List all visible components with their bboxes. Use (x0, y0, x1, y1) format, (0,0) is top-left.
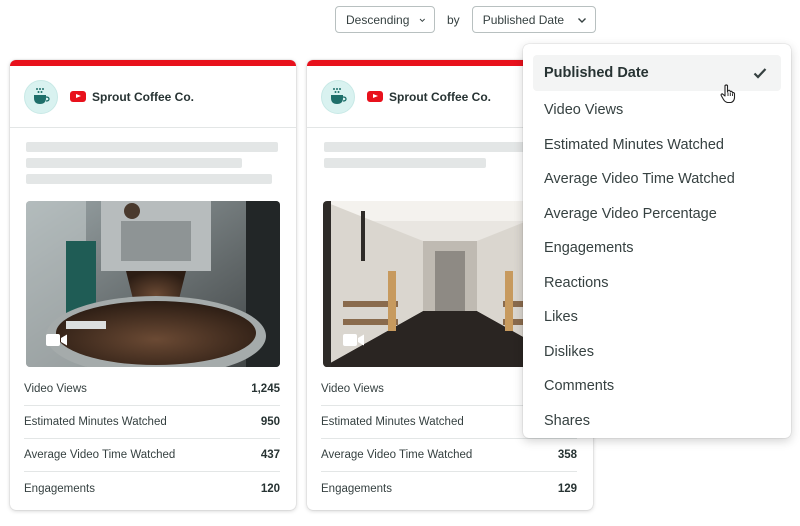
coffee-cup-icon (34, 87, 50, 104)
metric-row: Average Video Time Watched 358 (321, 439, 577, 472)
dropdown-option-reactions[interactable]: Reactions (523, 266, 791, 301)
text-placeholder (26, 174, 272, 184)
chevron-down-icon (577, 17, 586, 23)
post-card[interactable]: Sprout Coffee Co. (10, 60, 296, 510)
video-thumbnail[interactable] (26, 201, 280, 367)
metrics-list: Video Views 1,245 Estimated Minutes Watc… (24, 373, 280, 505)
metric-value: 950 (260, 416, 280, 428)
metric-label: Average Video Time Watched (24, 449, 176, 461)
metric-row: Video Views 1,245 (24, 373, 280, 406)
video-camera-icon (343, 334, 364, 346)
dropdown-option-average-video-time-watched[interactable]: Average Video Time Watched (523, 162, 791, 197)
sort-field-value: Published Date (482, 12, 565, 27)
metric-row: Engagements 120 (24, 472, 280, 505)
youtube-icon (367, 91, 383, 102)
profile-name: Sprout Coffee Co. (92, 89, 194, 104)
text-placeholder (324, 158, 486, 168)
metric-label: Estimated Minutes Watched (321, 416, 464, 428)
metric-value: 437 (260, 449, 280, 461)
dropdown-option-shares[interactable]: Shares (523, 404, 791, 439)
chevron-down-icon (420, 18, 426, 22)
hand-pointer-icon (720, 84, 736, 104)
metric-label: Video Views (24, 383, 87, 395)
dropdown-option-dislikes[interactable]: Dislikes (523, 335, 791, 370)
text-placeholder (26, 142, 278, 152)
avatar (24, 79, 58, 114)
card-header: Sprout Coffee Co. (10, 66, 296, 128)
checkmark-icon (753, 68, 767, 79)
metric-label: Average Video Time Watched (321, 449, 473, 461)
metric-row: Engagements 129 (321, 472, 577, 505)
metric-value: 358 (557, 449, 577, 461)
dropdown-option-video-views[interactable]: Video Views (523, 93, 791, 128)
dropdown-option-engagements[interactable]: Engagements (523, 231, 791, 266)
dropdown-option-average-video-percentage[interactable]: Average Video Percentage (523, 197, 791, 232)
metric-value: 1,245 (251, 383, 280, 395)
metric-row: Average Video Time Watched 437 (24, 439, 280, 472)
avatar (321, 79, 355, 114)
dropdown-option-estimated-minutes-watched[interactable]: Estimated Minutes Watched (523, 128, 791, 163)
sort-bar: Descending by Published Date (335, 6, 596, 33)
metric-label: Estimated Minutes Watched (24, 416, 167, 428)
sort-by-label: by (447, 12, 460, 27)
dropdown-option-label: Published Date (544, 65, 649, 81)
metric-row: Estimated Minutes Watched 950 (24, 406, 280, 439)
metric-label: Engagements (321, 482, 392, 495)
metric-label: Engagements (24, 482, 95, 495)
dropdown-option-comments[interactable]: Comments (523, 369, 791, 404)
youtube-icon (70, 91, 86, 102)
metric-value: 129 (557, 482, 577, 495)
sort-field-dropdown: Published Date Video Views Estimated Min… (523, 44, 791, 438)
sort-field-select[interactable]: Published Date (471, 6, 596, 33)
video-camera-icon (46, 334, 67, 346)
metric-value: 120 (260, 482, 280, 495)
sort-order-select[interactable]: Descending (335, 6, 435, 33)
profile-name: Sprout Coffee Co. (389, 89, 491, 104)
metric-label: Video Views (321, 383, 384, 395)
text-placeholder (26, 158, 242, 168)
sort-order-value: Descending (346, 12, 410, 27)
dropdown-option-published-date[interactable]: Published Date (533, 55, 781, 91)
coffee-cup-icon (331, 87, 347, 104)
dropdown-option-likes[interactable]: Likes (523, 300, 791, 335)
